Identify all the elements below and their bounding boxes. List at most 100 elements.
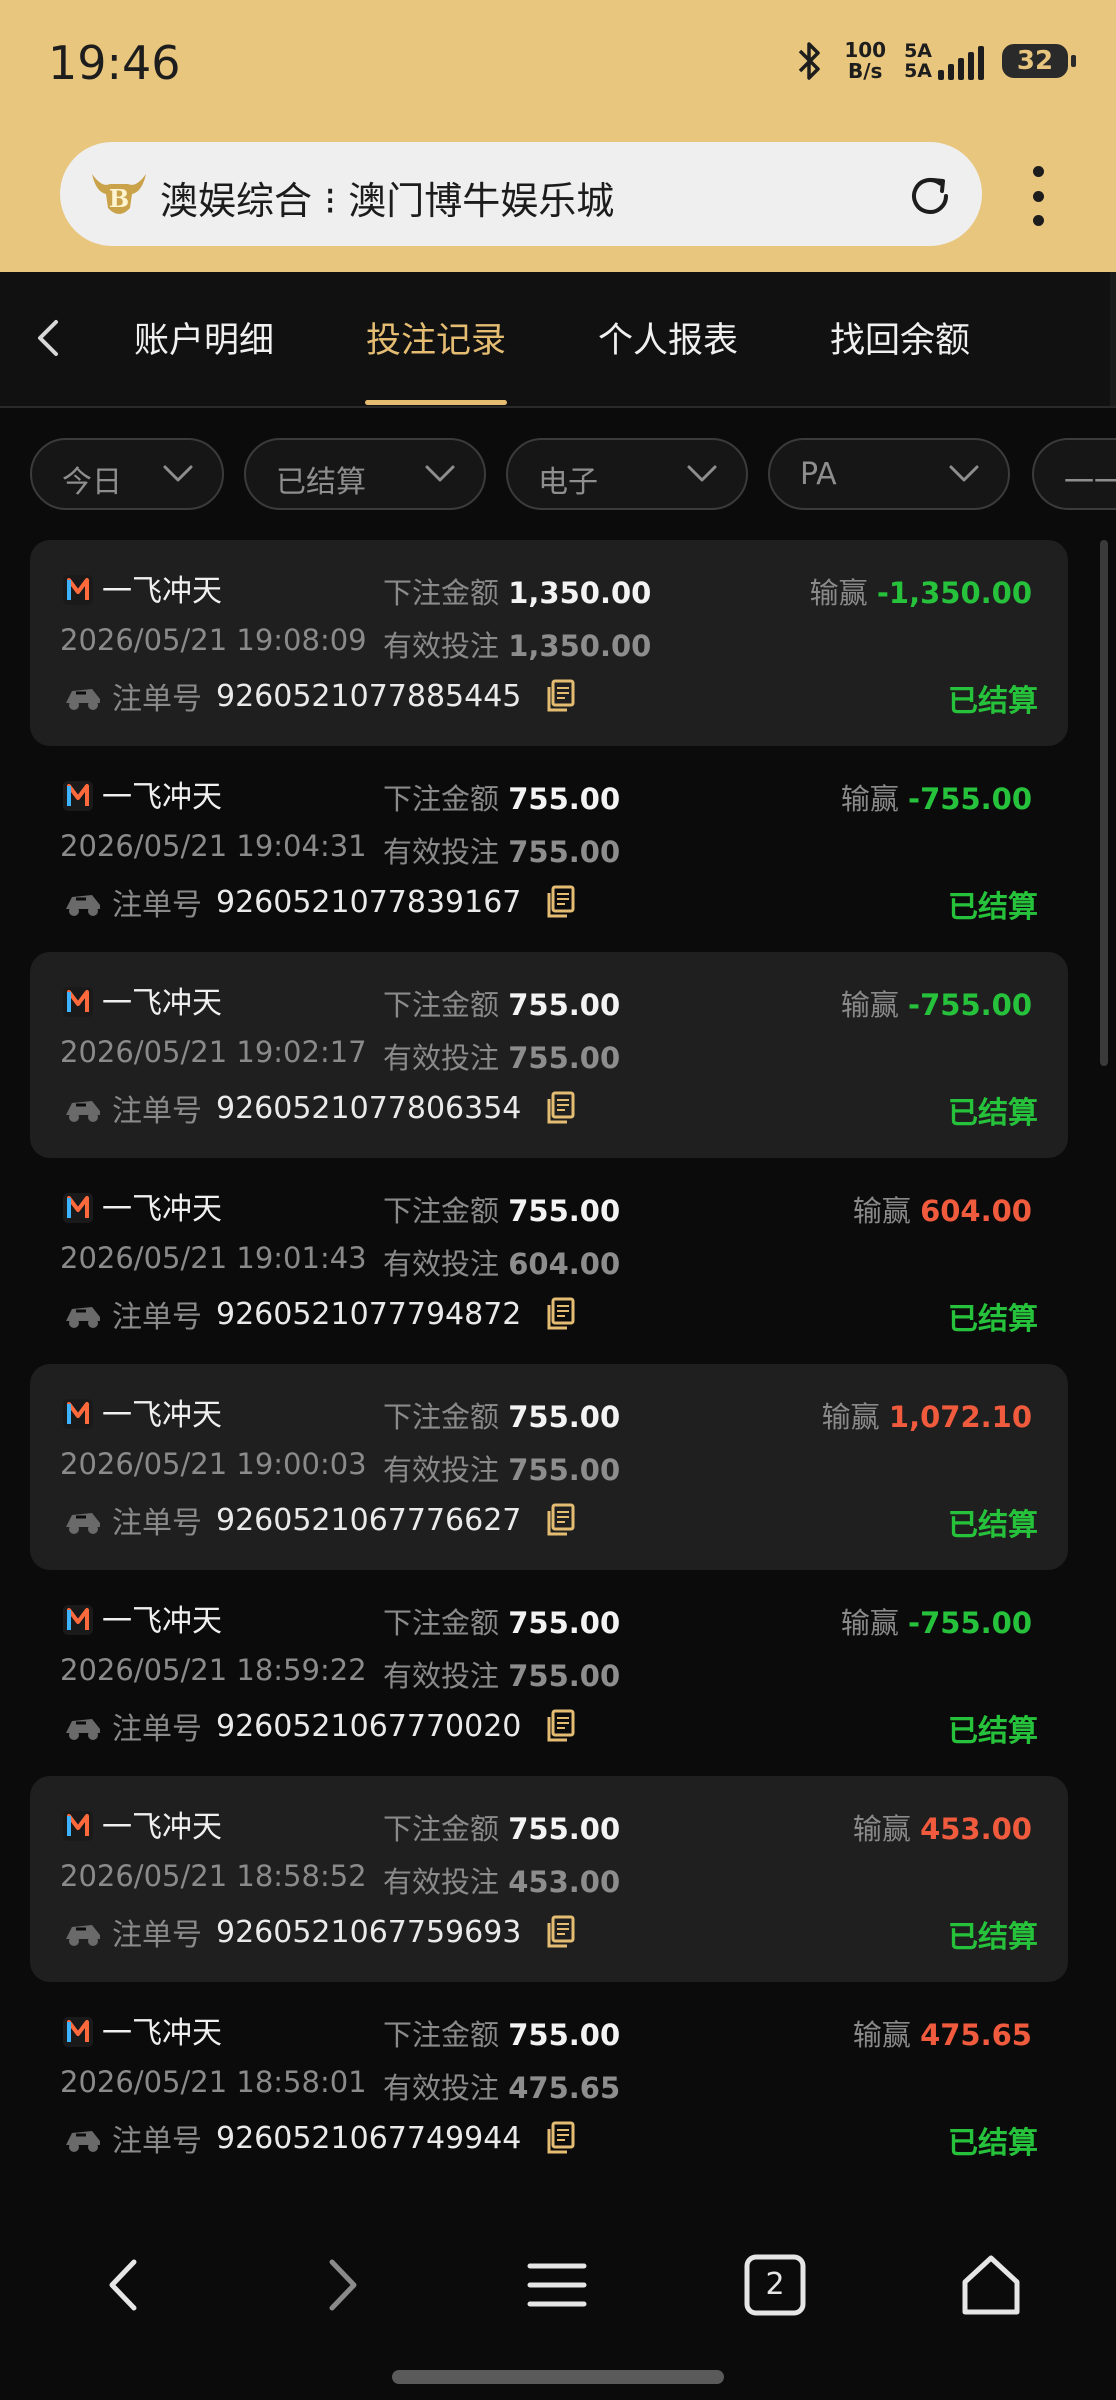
copy-icon[interactable]: [545, 1915, 575, 1949]
bet-amount-value: 755.00: [508, 1606, 621, 1640]
win-loss: 输赢 -755.00: [841, 1600, 1032, 1642]
filter-platform[interactable]: PA: [768, 438, 1010, 510]
copy-icon[interactable]: [545, 1091, 575, 1125]
bill-number: 注单号 9260521077806354: [62, 1086, 575, 1130]
filter-game[interactable]: 一一: [1032, 438, 1116, 510]
game-name: 一飞冲天: [102, 780, 222, 815]
bill-number-label: 注单号: [112, 1918, 202, 1953]
signal-label-bottom: 5A: [904, 60, 932, 82]
reload-icon[interactable]: [906, 172, 954, 220]
copy-icon[interactable]: [545, 1709, 575, 1743]
win-loss-label: 输赢: [840, 1606, 899, 1640]
bet-record-card[interactable]: 一飞冲天 下注金额 755.00 输赢 -755.00 2026/05/21 18:5…: [30, 1570, 1068, 1776]
copy-icon[interactable]: [545, 885, 575, 919]
net-speed-value: 100: [844, 38, 887, 62]
valid-bet: 有效投注 755.00: [383, 1653, 620, 1695]
valid-bet-label: 有效投注: [383, 629, 500, 663]
filter-date[interactable]: 今日: [30, 438, 224, 510]
game-logo-icon: [63, 1811, 93, 1841]
win-loss-value: -755.00: [908, 988, 1032, 1022]
game-name: 一飞冲天: [102, 2016, 222, 2051]
bet-record-card[interactable]: 一飞冲天 下注金额 755.00 输赢 604.00 2026/05/21 19:01…: [30, 1158, 1068, 1364]
bet-amount-value: 755.00: [508, 988, 621, 1022]
bet-record-card[interactable]: 一飞冲天 下注金额 1,350.00 输赢 -1,350.00 2026/05/21 …: [30, 540, 1068, 746]
bet-datetime: 2026/05/21 19:08:09: [60, 623, 367, 657]
copy-icon[interactable]: [545, 1503, 575, 1537]
bet-slip-icon: [66, 1307, 100, 1328]
menu-icon[interactable]: [522, 2250, 592, 2320]
win-loss-label: 输赢: [840, 782, 899, 816]
bet-slip-icon: [66, 895, 100, 916]
bet-amount-value: 1,350.00: [508, 576, 652, 610]
copy-icon[interactable]: [545, 1297, 575, 1331]
bet-amount-label: 下注金额: [383, 2018, 500, 2052]
bill-number: 注单号 9260521077794872: [62, 1292, 575, 1336]
win-loss-value: 1,072.10: [888, 1400, 1032, 1434]
game-name: 一飞冲天: [102, 1810, 222, 1845]
url-title[interactable]: 澳娱综合 ⁝ 澳门博牛娱乐城: [160, 170, 614, 225]
bill-number-label: 注单号: [112, 888, 202, 923]
valid-bet-value: 755.00: [508, 1453, 621, 1487]
home-icon[interactable]: [956, 2250, 1026, 2320]
copy-icon[interactable]: [545, 2121, 575, 2155]
valid-bet-label: 有效投注: [383, 835, 500, 869]
arrow-right-icon[interactable]: [306, 2250, 376, 2320]
bet-slip-icon: [66, 689, 100, 710]
bet-record-card[interactable]: 一飞冲天 下注金额 755.00 输赢 453.00 2026/05/21 18:58…: [30, 1776, 1068, 1982]
bill-number-label: 注单号: [112, 1712, 202, 1747]
scrollbar[interactable]: [1100, 540, 1108, 1066]
game-logo-icon: [63, 575, 93, 605]
bet-amount-value: 755.00: [508, 1194, 621, 1228]
address-bar[interactable]: B 澳娱综合 ⁝ 澳门博牛娱乐城: [60, 142, 982, 246]
valid-bet-label: 有效投注: [383, 1453, 500, 1487]
back-arrow-icon[interactable]: [28, 314, 68, 362]
tab-bet-records[interactable]: 投注记录: [366, 312, 506, 363]
filter-status[interactable]: 已结算: [244, 438, 486, 510]
bill-number-value: 9260521077794872: [216, 1296, 522, 1332]
status-bar: 19:46 100 B/s 5A 5A 32: [0, 0, 1116, 130]
tabs-count: 2: [765, 2267, 785, 2302]
filter-date-label: 今日: [62, 465, 122, 500]
valid-bet-value: 453.00: [508, 1865, 621, 1899]
bill-number-label: 注单号: [112, 1300, 202, 1335]
gesture-home-bar[interactable]: [392, 2370, 724, 2384]
win-loss: 输赢 -755.00: [841, 982, 1032, 1024]
valid-bet: 有效投注 604.00: [383, 1241, 620, 1283]
bet-datetime: 2026/05/21 18:58:52: [60, 1859, 367, 1893]
arrow-left-icon[interactable]: [90, 2250, 160, 2320]
bet-record-card[interactable]: 一飞冲天 下注金额 755.00 输赢 -755.00 2026/05/21 19:0…: [30, 952, 1068, 1158]
filter-game-type[interactable]: 电子: [506, 438, 748, 510]
tabs-icon[interactable]: 2: [740, 2250, 810, 2320]
bill-number: 注单号 9260521077885445: [62, 674, 575, 718]
signal-label-top: 5A: [904, 40, 932, 62]
valid-bet-value: 755.00: [508, 1659, 621, 1693]
win-loss-value: -1,350.00: [876, 576, 1032, 610]
filter-game-type-label: 电子: [538, 465, 598, 500]
win-loss: 输赢 475.65: [853, 2012, 1032, 2054]
win-loss: 输赢 453.00: [853, 1806, 1032, 1848]
bet-datetime: 2026/05/21 19:04:31: [60, 829, 367, 863]
tab-recover-balance[interactable]: 找回余额: [830, 312, 970, 363]
valid-bet: 有效投注 755.00: [383, 1035, 620, 1077]
bet-slip-icon: [66, 2131, 100, 2152]
bet-amount-label: 下注金额: [383, 1812, 500, 1846]
bet-record-card[interactable]: 一飞冲天 下注金额 755.00 输赢 1,072.10 2026/05/21 19:…: [30, 1364, 1068, 1570]
valid-bet-label: 有效投注: [383, 1659, 500, 1693]
settlement-status: 已结算: [948, 684, 1038, 719]
win-loss: 输赢 -755.00: [841, 776, 1032, 818]
bill-number-value: 9260521067776627: [216, 1502, 522, 1538]
valid-bet-value: 1,350.00: [508, 629, 652, 663]
tab-account-details[interactable]: 账户明细: [134, 312, 274, 363]
tab-personal-report[interactable]: 个人报表: [598, 312, 738, 363]
bluetooth-icon: [799, 42, 821, 80]
more-options-icon[interactable]: [1028, 166, 1048, 226]
bill-number-value: 9260521077885445: [216, 678, 522, 714]
bill-number-value: 9260521077806354: [216, 1090, 522, 1126]
win-loss-label: 输赢: [821, 1400, 880, 1434]
copy-icon[interactable]: [545, 679, 575, 713]
game-logo-icon: [63, 2017, 93, 2047]
bill-number-value: 9260521067749944: [216, 2120, 522, 2156]
status-icons: 100 B/s 5A 5A 32: [792, 38, 1076, 82]
bet-record-card[interactable]: 一飞冲天 下注金额 755.00 输赢 475.65 2026/05/21 18:58…: [30, 1982, 1068, 2188]
bet-record-card[interactable]: 一飞冲天 下注金额 755.00 输赢 -755.00 2026/05/21 19:0…: [30, 746, 1068, 952]
